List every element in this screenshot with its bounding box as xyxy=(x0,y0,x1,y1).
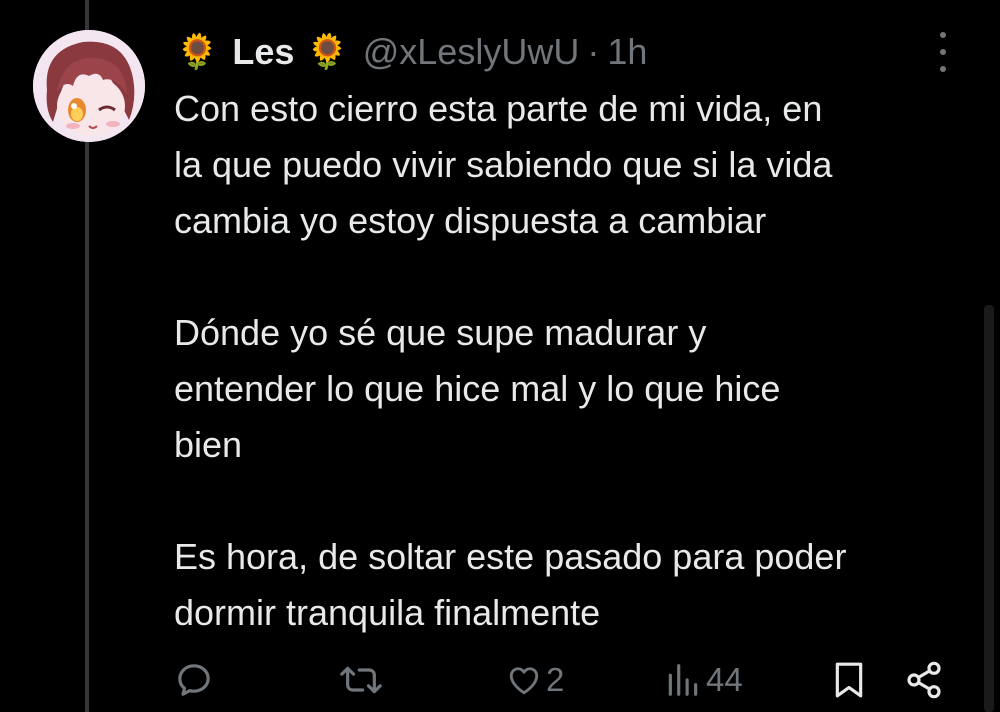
more-dot-icon xyxy=(940,66,946,72)
author-display-name[interactable]: Les xyxy=(232,31,294,73)
tweet-text-line: dormir tranquila finalmente xyxy=(174,592,601,633)
author-handle[interactable]: @xLeslyUwU xyxy=(363,31,580,73)
sunflower-emoji-right: 🌻 xyxy=(306,33,349,71)
tweet-text-line: entender lo que hice mal y lo que hice xyxy=(174,368,781,409)
header-separator: · xyxy=(587,31,600,72)
retweet-icon xyxy=(340,666,382,694)
tweet-action-bar: 2 44 xyxy=(0,655,1000,705)
views-count: 44 xyxy=(706,661,743,698)
avatar-image xyxy=(33,30,145,142)
like-button[interactable]: 2 xyxy=(506,655,564,705)
tweet-text-line: cambia yo estoy dispuesta a cambiar xyxy=(174,200,767,241)
views-button[interactable]: 44 xyxy=(664,655,743,705)
tweet-text-line: Dónde yo sé que supe madurar y xyxy=(174,312,707,353)
more-dot-icon xyxy=(940,49,946,55)
sunflower-emoji-left: 🌻 xyxy=(176,33,219,71)
tweet-text-line: bien xyxy=(174,424,243,465)
scrollbar[interactable] xyxy=(984,305,994,712)
tweet-text: Con esto cierro esta parte de mi vida, e… xyxy=(174,81,974,641)
more-dot-icon xyxy=(940,32,946,38)
tweet-timestamp[interactable]: 1h xyxy=(607,31,647,73)
avatar[interactable] xyxy=(33,30,145,142)
tweet-text-line: Es hora, de soltar este pasado para pode… xyxy=(174,536,847,577)
heart-icon xyxy=(509,667,539,695)
tweet-text-line: Con esto cierro esta parte de mi vida, e… xyxy=(174,88,823,129)
share-icon xyxy=(907,661,941,699)
bookmark-button[interactable] xyxy=(832,655,866,705)
views-chart-icon xyxy=(668,664,698,696)
tweet-text-line: la que puedo vivir sabiendo que si la vi… xyxy=(174,144,833,185)
bookmark-icon xyxy=(835,662,863,698)
like-count: 2 xyxy=(546,661,565,698)
reply-button[interactable] xyxy=(174,655,218,705)
tweet-header: 🌻 Les 🌻 @xLeslyUwU · 1h xyxy=(176,30,647,74)
retweet-button[interactable] xyxy=(338,655,388,705)
more-options-button[interactable] xyxy=(930,32,956,72)
reply-icon xyxy=(178,664,210,696)
share-button[interactable] xyxy=(904,655,944,705)
